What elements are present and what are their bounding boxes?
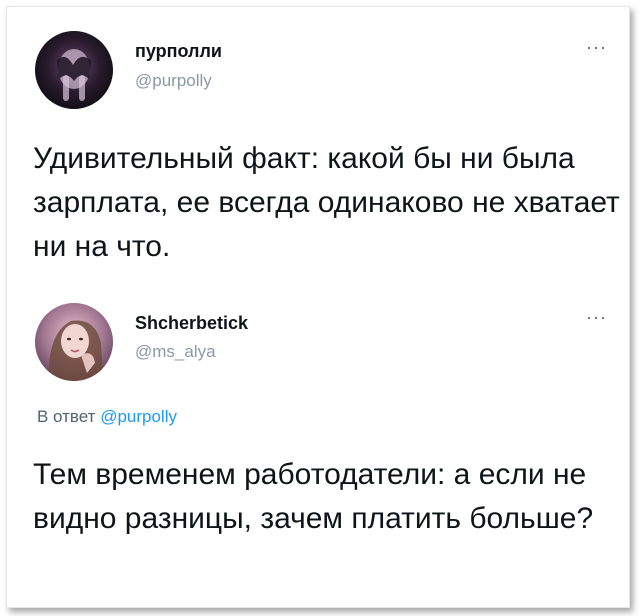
reply-mention-link[interactable]: @purpolly (100, 407, 177, 426)
user-handle[interactable]: @ms_alya (135, 342, 216, 362)
tweet-text: Удивительный факт: какой бы ни была зарп… (33, 142, 620, 263)
reply-context: В ответ @purpolly (37, 407, 177, 427)
tweet-text: Тем временем работодатели: а если не вид… (33, 458, 594, 535)
user-handle[interactable]: @purpolly (135, 71, 212, 91)
more-horizontal-icon[interactable]: ··· (586, 37, 607, 58)
avatar-purpolly[interactable] (35, 31, 113, 109)
display-name[interactable]: Shcherbetick (135, 313, 248, 334)
avatar-ms-alya[interactable] (35, 303, 113, 381)
tweet-original: пурполли @purpolly ··· Удивительный факт… (7, 7, 629, 291)
tweet-reply: Shcherbetick @ms_alya ··· В ответ @purpo… (7, 291, 629, 607)
more-horizontal-icon[interactable]: ··· (586, 307, 607, 328)
reply-prefix: В ответ (37, 407, 96, 426)
screenshot-frame: пурполли @purpolly ··· Удивительный факт… (6, 6, 630, 608)
display-name[interactable]: пурполли (135, 41, 222, 62)
